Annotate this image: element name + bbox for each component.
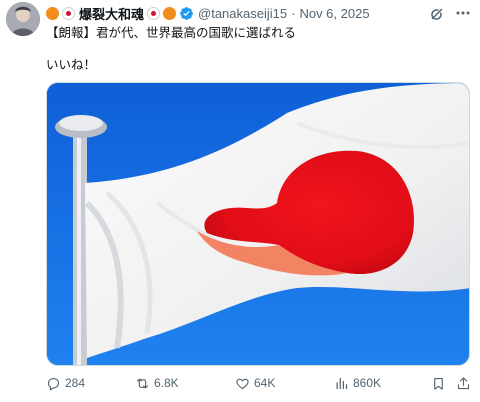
japan-flag-photo xyxy=(47,83,469,365)
orange-circle-icon xyxy=(46,6,59,20)
share-icon xyxy=(457,376,470,389)
like-count: 64K xyxy=(254,376,276,390)
like-button[interactable]: 64K xyxy=(235,374,275,392)
author-avatar[interactable] xyxy=(6,2,40,36)
tweet-text-line-2: いいね！ xyxy=(46,57,97,72)
views-button[interactable]: 860K xyxy=(334,374,381,392)
verified-badge-icon xyxy=(180,6,193,20)
orange-circle-icon xyxy=(163,6,177,20)
more-options-icon[interactable] xyxy=(455,8,471,18)
share-button[interactable] xyxy=(456,374,471,392)
reply-count: 284 xyxy=(65,376,86,390)
tweet-text-line-1: 【朗報】君が代、世界最高の国歌に選ばれる xyxy=(46,25,297,40)
tweet-header: 爆裂大和魂 @tanakaseiji15 · Nov 6, 2025 xyxy=(46,4,370,22)
views-chart-icon xyxy=(336,377,348,389)
heart-icon xyxy=(236,378,249,389)
bookmark-button[interactable] xyxy=(431,374,446,392)
reply-button[interactable]: 284 xyxy=(46,374,85,392)
tweet-actions-bar: 284 6.8K 64K 860K xyxy=(46,374,472,392)
japan-flag-icon xyxy=(62,6,75,20)
repost-icon xyxy=(136,378,149,388)
bookmark-icon xyxy=(434,377,443,390)
separator-dot: · xyxy=(291,5,296,21)
grok-icon[interactable] xyxy=(428,5,446,23)
repost-button[interactable]: 6.8K xyxy=(135,374,179,392)
tweet-date[interactable]: Nov 6, 2025 xyxy=(299,6,369,21)
repost-count: 6.8K xyxy=(154,376,179,390)
japan-flag-icon xyxy=(147,6,161,20)
author-handle[interactable]: @tanakaseiji15 xyxy=(198,6,287,21)
views-count: 860K xyxy=(353,376,382,390)
reply-icon xyxy=(47,377,60,390)
author-display-name[interactable]: 爆裂大和魂 xyxy=(79,4,144,23)
tweet-media-image[interactable] xyxy=(46,82,470,366)
